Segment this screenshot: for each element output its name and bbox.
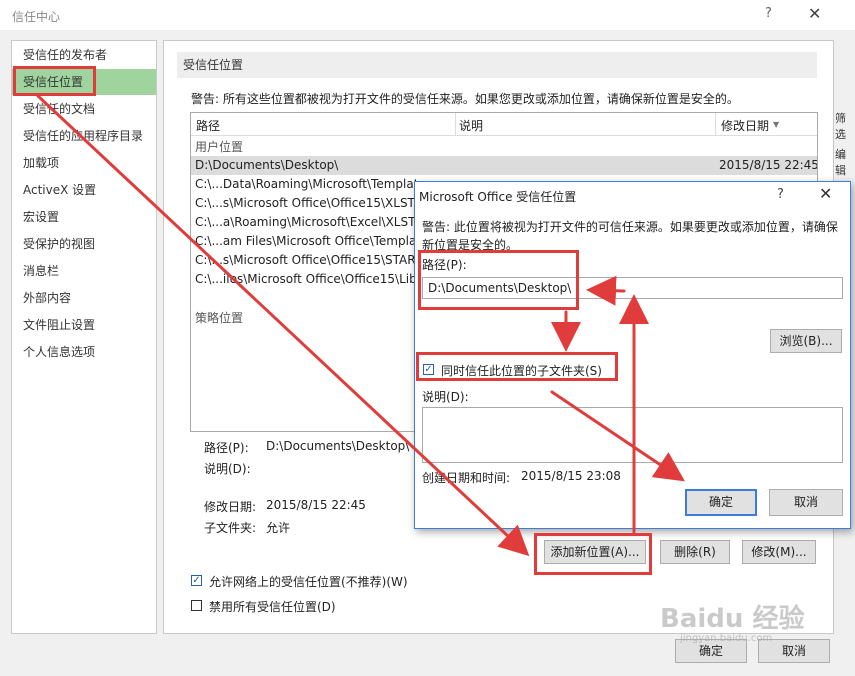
dialog-ok-button[interactable]: 确定 (685, 489, 757, 516)
background-edit-text: 编辑 (835, 148, 846, 177)
sort-down-icon: ▼ (773, 120, 780, 129)
trusted-location-dialog: Microsoft Office 受信任位置 ? ✕ 警告: 此位置将被视为打开… (414, 181, 851, 529)
column-modified[interactable]: 修改日期 (721, 117, 769, 134)
dialog-desc-label: 说明(D): (422, 390, 469, 404)
sidebar-item-trusted-locations[interactable]: 受信任位置 (12, 69, 156, 95)
list-header: 路径 说明 修改日期 ▼ (191, 113, 817, 136)
sidebar-item-protected-view[interactable]: 受保护的视图 (12, 231, 156, 257)
warning-text: 警告: 所有这些位置都被视为打开文件的受信任来源。如果您更改或添加位置，请确保新… (191, 92, 739, 106)
subfolder-label: 同时信任此位置的子文件夹(S) (441, 364, 602, 378)
dialog-help-button[interactable]: ? (777, 187, 784, 202)
detail-subfolder-value: 允许 (266, 521, 291, 535)
dialog-title: Microsoft Office 受信任位置 (419, 190, 577, 204)
sidebar-item-trusted-app-catalogs[interactable]: 受信任的应用程序目录 (12, 123, 156, 149)
group-user-locations: 用户位置 (195, 140, 244, 154)
modify-button[interactable]: 修改(M)... (742, 540, 816, 564)
disable-all-checkbox[interactable] (191, 600, 202, 611)
close-icon[interactable]: ✕ (808, 4, 821, 23)
created-label: 创建日期和时间: (422, 471, 511, 485)
section-title: 受信任位置 (177, 52, 817, 78)
detail-subfolder-label: 子文件夹: (204, 521, 257, 535)
description-input[interactable] (422, 407, 843, 463)
allow-network-label: 允许网络上的受信任位置(不推荐)(W) (209, 575, 408, 589)
detail-modified-value: 2015/8/15 22:45 (266, 498, 366, 512)
dialog-cancel-button[interactable]: 取消 (769, 489, 843, 516)
sidebar-item-external-content[interactable]: 外部内容 (12, 285, 156, 311)
sidebar-item-message-bar[interactable]: 消息栏 (12, 258, 156, 284)
detail-desc-label: 说明(D): (204, 462, 251, 476)
sidebar: 受信任的发布者 受信任位置 受信任的文档 受信任的应用程序目录 加载项 Acti… (11, 40, 157, 634)
baidu-watermark-url: jingyan.baidu.com (680, 633, 773, 644)
window-title: 信任中心 (12, 10, 61, 24)
help-button[interactable]: ? (765, 6, 772, 21)
remove-button[interactable]: 删除(R) (660, 540, 730, 564)
group-policy-locations: 策略位置 (195, 311, 244, 325)
subfolder-checkbox[interactable]: ✓ (423, 364, 434, 375)
detail-path-label: 路径(P): (204, 441, 249, 455)
dialog-warning: 警告: 此位置将被视为打开文件的可信任来源。如果要更改或添加位置，请确保新位置是… (422, 220, 838, 252)
column-description[interactable]: 说明 (459, 117, 483, 134)
table-row[interactable]: D:\Documents\Desktop\ 2015/8/15 22:45 (191, 156, 817, 175)
allow-network-checkbox[interactable]: ✓ (191, 575, 202, 586)
column-path[interactable]: 路径 (196, 117, 220, 134)
path-input[interactable]: D:\Documents\Desktop\ (422, 277, 843, 299)
sidebar-item-activex[interactable]: ActiveX 设置 (12, 177, 156, 203)
column-divider (715, 113, 716, 135)
sidebar-item-addins[interactable]: 加载项 (12, 150, 156, 176)
add-location-button[interactable]: 添加新位置(A)... (544, 540, 646, 564)
sidebar-item-macro[interactable]: 宏设置 (12, 204, 156, 230)
sidebar-item-file-block[interactable]: 文件阻止设置 (12, 312, 156, 338)
sidebar-item-privacy[interactable]: 个人信息选项 (12, 339, 156, 365)
background-filter-text: 筛选 (835, 112, 846, 141)
dialog-close-icon[interactable]: ✕ (819, 184, 832, 203)
dialog-path-label: 路径(P): (422, 258, 467, 272)
detail-path-value: D:\Documents\Desktop\ (266, 439, 410, 453)
created-value: 2015/8/15 23:08 (521, 469, 621, 483)
baidu-watermark-logo: Baidu 经验 (660, 604, 805, 634)
detail-modified-label: 修改日期: (204, 500, 257, 514)
disable-all-label: 禁用所有受信任位置(D) (209, 600, 336, 614)
sidebar-item-trusted-documents[interactable]: 受信任的文档 (12, 96, 156, 122)
column-divider (455, 113, 456, 135)
sidebar-item-trusted-publishers[interactable]: 受信任的发布者 (12, 42, 156, 68)
window-titlebar: 信任中心 ? ✕ (0, 0, 855, 30)
browse-button[interactable]: 浏览(B)... (770, 329, 842, 353)
